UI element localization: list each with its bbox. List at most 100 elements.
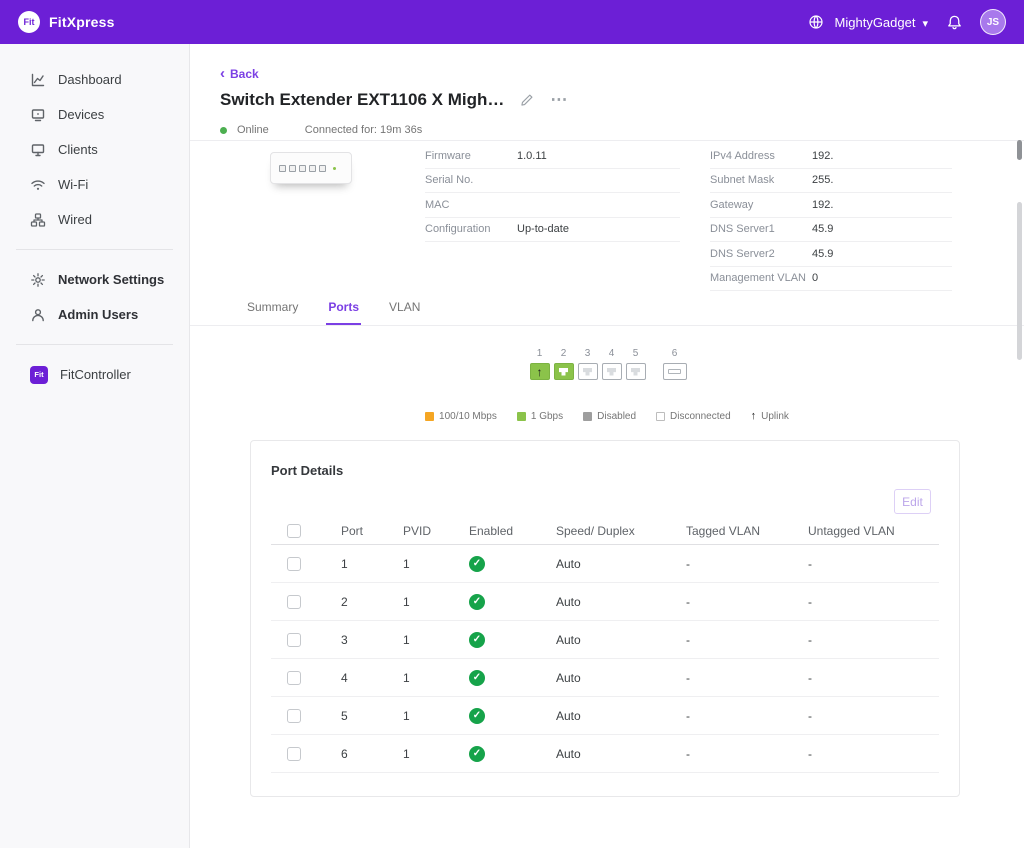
cell-pvid: 1 — [403, 747, 469, 761]
sidebar-item-label: Wi-Fi — [58, 177, 88, 192]
sidebar-item-label: Network Settings — [58, 272, 164, 287]
port-disconnected-icon — [602, 363, 622, 380]
select-all-checkbox[interactable] — [287, 524, 301, 538]
sidebar-divider — [16, 249, 173, 250]
col-pvid: PVID — [403, 524, 469, 538]
legend-white-swatch — [656, 412, 665, 421]
sfp-slot-glyph — [668, 369, 681, 374]
row-checkbox[interactable] — [287, 557, 301, 571]
notifications-bell-icon[interactable] — [942, 10, 966, 34]
port-indicator-4[interactable]: 4 — [601, 348, 623, 380]
cell-untagged: - — [808, 557, 939, 571]
scrollbar-thumb[interactable] — [1017, 202, 1022, 360]
port-number: 5 — [633, 348, 639, 359]
header-divider — [190, 140, 1024, 141]
row-checkbox[interactable] — [287, 747, 301, 761]
legend-1gbps: 1 Gbps — [517, 411, 563, 422]
port-uplink-icon — [530, 363, 550, 380]
sidebar-item-network-settings[interactable]: Network Settings — [0, 262, 189, 297]
enabled-check-icon — [469, 594, 485, 610]
avatar-initials: JS — [987, 17, 999, 28]
sidebar-item-clients[interactable]: Clients — [0, 132, 189, 167]
info-row-gateway: Gateway 192. — [710, 193, 952, 218]
user-avatar[interactable]: JS — [980, 9, 1006, 35]
tab-vlan[interactable]: VLAN — [387, 296, 422, 325]
sidebar-item-label: Wired — [58, 212, 92, 227]
cell-speed: Auto — [556, 633, 686, 647]
legend-100mbps: 100/10 Mbps — [425, 411, 497, 422]
port-legend: 100/10 Mbps 1 Gbps Disabled Disconnected… — [190, 410, 1024, 422]
port-indicator-3[interactable]: 3 — [577, 348, 599, 380]
port-indicator-5[interactable]: 5 — [625, 348, 647, 380]
wired-icon — [30, 212, 46, 228]
cell-tagged: - — [686, 709, 808, 723]
cell-speed: Auto — [556, 595, 686, 609]
tab-summary[interactable]: Summary — [245, 296, 300, 325]
rj45-glyph — [559, 368, 568, 376]
chevron-down-icon — [922, 15, 928, 30]
detail-tabs: Summary Ports VLAN — [245, 296, 422, 325]
cell-port: 2 — [341, 595, 403, 609]
more-actions-icon[interactable] — [550, 90, 567, 110]
cell-speed: Auto — [556, 557, 686, 571]
uplink-arrow-icon — [537, 363, 543, 381]
row-checkbox[interactable] — [287, 709, 301, 723]
back-button[interactable]: Back — [220, 66, 259, 81]
cell-tagged: - — [686, 671, 808, 685]
cell-untagged: - — [808, 709, 939, 723]
scrollbar-thumb-small[interactable] — [1017, 140, 1022, 160]
port-indicator-2[interactable]: 2 — [553, 348, 575, 380]
info-row-mac: MAC — [425, 193, 680, 218]
sidebar-item-label: Admin Users — [58, 307, 138, 322]
legend-orange-swatch — [425, 412, 434, 421]
sidebar-divider — [16, 344, 173, 345]
person-icon — [30, 307, 46, 323]
table-header-row: Port PVID Enabled Speed/ Duplex Tagged V… — [271, 517, 939, 545]
port-indicator-6[interactable]: 6 — [664, 348, 686, 380]
info-row-dns2: DNS Server2 45.9 — [710, 242, 952, 267]
device-info-left: Firmware 1.0.11 Serial No. MAC Configura… — [425, 144, 680, 242]
col-port: Port — [341, 524, 403, 538]
device-port-graphic — [279, 165, 286, 172]
sidebar-item-devices[interactable]: Devices — [0, 97, 189, 132]
row-checkbox[interactable] — [287, 671, 301, 685]
org-switcher[interactable]: MightyGadget — [804, 10, 928, 34]
cell-port: 5 — [341, 709, 403, 723]
row-checkbox[interactable] — [287, 633, 301, 647]
port-number: 6 — [672, 348, 678, 359]
sidebar-item-fitcontroller[interactable]: Fit FitController — [0, 357, 189, 392]
edit-title-pencil-icon[interactable] — [520, 93, 534, 107]
port-sfp-icon — [663, 363, 687, 380]
enabled-check-icon — [469, 746, 485, 762]
cell-untagged: - — [808, 633, 939, 647]
card-title: Port Details — [271, 463, 343, 478]
device-port-graphic — [309, 165, 316, 172]
edit-button[interactable]: Edit — [894, 489, 931, 514]
device-led-graphic — [333, 167, 336, 170]
sidebar-item-dashboard[interactable]: Dashboard — [0, 62, 189, 97]
sidebar-item-wifi[interactable]: Wi-Fi — [0, 167, 189, 202]
devices-icon — [30, 107, 46, 123]
legend-uplink: Uplink — [751, 410, 789, 422]
row-checkbox[interactable] — [287, 595, 301, 609]
port-details-table: Port PVID Enabled Speed/ Duplex Tagged V… — [271, 517, 939, 773]
table-row-port-1: 1 1 Auto - - — [271, 545, 939, 583]
sidebar-item-wired[interactable]: Wired — [0, 202, 189, 237]
port-active-icon — [554, 363, 574, 380]
ports-visualization: 1 2 3 4 5 6 — [190, 348, 1024, 380]
status-text: Online — [237, 124, 269, 136]
cell-untagged: - — [808, 671, 939, 685]
cell-tagged: - — [686, 557, 808, 571]
info-row-configuration: Configuration Up-to-date — [425, 218, 680, 243]
sidebar-item-admin-users[interactable]: Admin Users — [0, 297, 189, 332]
port-disconnected-icon — [578, 363, 598, 380]
port-indicator-1[interactable]: 1 — [529, 348, 551, 380]
brand-area[interactable]: Fit FitXpress — [18, 11, 115, 33]
port-number: 1 — [537, 348, 543, 359]
port-number: 3 — [585, 348, 591, 359]
brand-logo-icon: Fit — [18, 11, 40, 33]
table-row-port-5: 5 1 Auto - - — [271, 697, 939, 735]
cell-pvid: 1 — [403, 557, 469, 571]
tab-ports[interactable]: Ports — [326, 296, 361, 325]
rj45-glyph — [583, 368, 592, 376]
